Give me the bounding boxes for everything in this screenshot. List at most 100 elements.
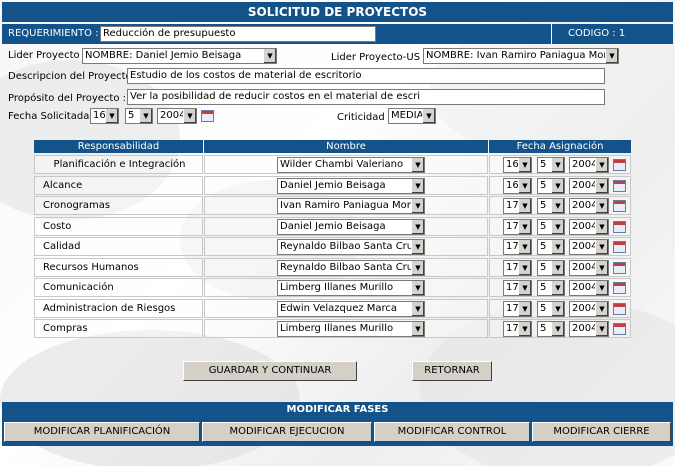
dropdown-arrow-icon: ▼	[518, 240, 531, 254]
calendar-icon[interactable]	[613, 179, 626, 192]
calendar-icon[interactable]	[613, 282, 626, 294]
fecha-label: Fecha Solicitada :	[8, 111, 96, 122]
asignacion-day-select[interactable]: 17 ▼	[503, 218, 532, 235]
nombre-select[interactable]: Limberg Illanes Murillo ▼	[277, 321, 425, 337]
nombre-cell: Limberg Illanes Murillo ▼	[204, 319, 488, 338]
fecha-year-value: 2004	[160, 110, 186, 121]
asignacion-month-value: 5	[540, 159, 547, 170]
fecha-day-select[interactable]: 16 ▼	[90, 108, 119, 124]
fecha-cell: 16 ▼ 5 ▼ 2004 ▼	[489, 155, 631, 174]
nombre-select[interactable]: Ivan Ramiro Paniagua Monroy ▼	[277, 198, 425, 214]
asignacion-year-select[interactable]: 2004 ▼	[569, 239, 609, 255]
dropdown-arrow-icon: ▼	[551, 322, 564, 336]
nombre-value: Limberg Illanes Murillo	[280, 323, 394, 334]
calendar-icon[interactable]	[613, 220, 626, 233]
fases-buttons-bar: MODIFICAR PLANIFICACIÓN MODIFICAR EJECUC…	[2, 418, 673, 446]
asignacion-year-value: 2004	[572, 179, 598, 191]
asignacion-day-select[interactable]: 17 ▼	[503, 300, 532, 317]
nombre-value: Edwin Velazquez Marca	[280, 302, 398, 314]
proposito-input[interactable]: Ver la posibilidad de reducir costos en …	[127, 89, 605, 105]
calendar-icon[interactable]	[613, 323, 626, 335]
dropdown-arrow-icon: ▼	[595, 219, 608, 234]
dropdown-arrow-icon: ▼	[411, 158, 424, 172]
dropdown-arrow-icon: ▼	[551, 199, 564, 213]
calendar-icon[interactable]	[613, 241, 626, 253]
nombre-select[interactable]: Reynaldo Bilbao Santa Cruz ▼	[277, 239, 425, 255]
calendar-icon[interactable]	[613, 302, 626, 315]
lider-select[interactable]: NOMBRE: Daniel Jemio Beisaga ▼	[82, 48, 277, 64]
descripcion-input[interactable]: Estudio de los costos de material de esc…	[127, 68, 605, 84]
table-row: Comunicación Limberg Illanes Murillo ▼ 17 ▼ 5…	[34, 278, 631, 298]
nombre-cell: Reynaldo Bilbao Santa Cruz ▼	[204, 257, 488, 277]
dropdown-arrow-icon: ▼	[595, 178, 608, 193]
dropdown-arrow-icon: ▼	[263, 49, 276, 63]
nombre-value: Wilder Chambi Valeriano	[280, 159, 404, 170]
asignacion-month-select[interactable]: 5 ▼	[537, 280, 565, 296]
modificar-planificacion-button[interactable]: MODIFICAR PLANIFICACIÓN	[4, 422, 200, 442]
responsabilidad-cell: Comunicación	[34, 278, 203, 297]
asignacion-year-select[interactable]: 2004 ▼	[569, 300, 609, 317]
asignacion-year-select[interactable]: 2004 ▼	[569, 259, 609, 276]
calendar-icon[interactable]	[613, 261, 626, 274]
dropdown-arrow-icon: ▼	[518, 158, 531, 172]
modificar-ejecucion-button[interactable]: MODIFICAR EJECUCION	[202, 422, 372, 442]
modificar-control-button[interactable]: MODIFICAR CONTROL	[374, 422, 530, 442]
calendar-icon[interactable]	[613, 159, 626, 171]
asignacion-year-select[interactable]: 2004 ▼	[569, 177, 609, 194]
asignacion-year-select[interactable]: 2004 ▼	[569, 218, 609, 235]
asignacion-month-select[interactable]: 5 ▼	[537, 177, 565, 194]
asignacion-month-select[interactable]: 5 ▼	[537, 157, 565, 173]
asignacion-month-select[interactable]: 5 ▼	[537, 300, 565, 317]
asignacion-month-select[interactable]: 5 ▼	[537, 239, 565, 255]
responsabilidad-label: Costo	[43, 220, 72, 232]
fecha-cell: 17 ▼ 5 ▼ 2004 ▼	[489, 278, 631, 297]
responsabilidad-cell: Administracion de Riesgos	[34, 298, 203, 318]
asignacion-day-select[interactable]: 17 ▼	[503, 321, 532, 337]
asignacion-day-value: 17	[506, 200, 519, 211]
dropdown-arrow-icon: ▼	[551, 178, 564, 193]
lider-us-select[interactable]: NOMBRE: Ivan Ramiro Paniagua Monroy ▼	[423, 48, 619, 64]
nombre-select[interactable]: Daniel Jemio Beisaga ▼	[277, 177, 425, 194]
asignacion-day-select[interactable]: 16 ▼	[503, 157, 532, 173]
asignacion-month-select[interactable]: 5 ▼	[537, 198, 565, 214]
nombre-cell: Limberg Illanes Murillo ▼	[204, 278, 488, 297]
asignacion-month-select[interactable]: 5 ▼	[537, 259, 565, 276]
nombre-select[interactable]: Wilder Chambi Valeriano ▼	[277, 157, 425, 173]
fecha-year-select[interactable]: 2004 ▼	[157, 108, 197, 124]
asignacion-day-select[interactable]: 17 ▼	[503, 198, 532, 214]
retornar-button[interactable]: RETORNAR	[412, 361, 492, 381]
guardar-continuar-button[interactable]: GUARDAR Y CONTINUAR	[183, 361, 357, 381]
nombre-select[interactable]: Reynaldo Bilbao Santa Cruz ▼	[277, 259, 425, 276]
asignacion-month-value: 5	[540, 323, 547, 334]
calendar-icon[interactable]	[613, 200, 626, 212]
asignacion-year-select[interactable]: 2004 ▼	[569, 280, 609, 296]
asignacion-year-value: 2004	[572, 241, 598, 252]
dropdown-arrow-icon: ▼	[422, 109, 435, 123]
responsabilidad-cell: Alcance	[34, 175, 203, 195]
nombre-select[interactable]: Edwin Velazquez Marca ▼	[277, 300, 425, 317]
descripcion-label: Descripcion del Proyecto :	[8, 71, 139, 82]
fecha-month-select[interactable]: 5 ▼	[125, 108, 153, 124]
criticidad-select[interactable]: MEDIA ▼	[388, 108, 436, 124]
asignacion-day-select[interactable]: 17 ▼	[503, 259, 532, 276]
table-row: Costo Daniel Jemio Beisaga ▼ 17 ▼ 5 ▼ 2004 ▼	[34, 216, 631, 237]
responsabilidad-cell: Cronogramas	[34, 196, 203, 215]
dropdown-arrow-icon: ▼	[551, 158, 564, 172]
table-row: Compras Limberg Illanes Murillo ▼ 17 ▼ 5 ▼ 2004…	[34, 319, 631, 339]
asignacion-month-select[interactable]: 5 ▼	[537, 218, 565, 235]
asignacion-year-select[interactable]: 2004 ▼	[569, 321, 609, 337]
asignacion-year-select[interactable]: 2004 ▼	[569, 157, 609, 173]
requerimiento-input[interactable]: Reducción de presupuesto	[100, 26, 376, 42]
asignacion-day-select[interactable]: 17 ▼	[503, 280, 532, 296]
modificar-cierre-button[interactable]: MODIFICAR CIERRE	[532, 422, 671, 442]
calendar-icon[interactable]	[201, 110, 214, 122]
asignacion-day-select[interactable]: 16 ▼	[503, 177, 532, 194]
nombre-value: Daniel Jemio Beisaga	[280, 179, 386, 191]
table-row: Recursos Humanos Reynaldo Bilbao Santa Cr…	[34, 257, 631, 278]
nombre-select[interactable]: Limberg Illanes Murillo ▼	[277, 280, 425, 296]
asignacion-day-select[interactable]: 17 ▼	[503, 239, 532, 255]
nombre-select[interactable]: Daniel Jemio Beisaga ▼	[277, 218, 425, 235]
dropdown-arrow-icon: ▼	[105, 109, 118, 123]
asignacion-month-select[interactable]: 5 ▼	[537, 321, 565, 337]
asignacion-year-select[interactable]: 2004 ▼	[569, 198, 609, 214]
